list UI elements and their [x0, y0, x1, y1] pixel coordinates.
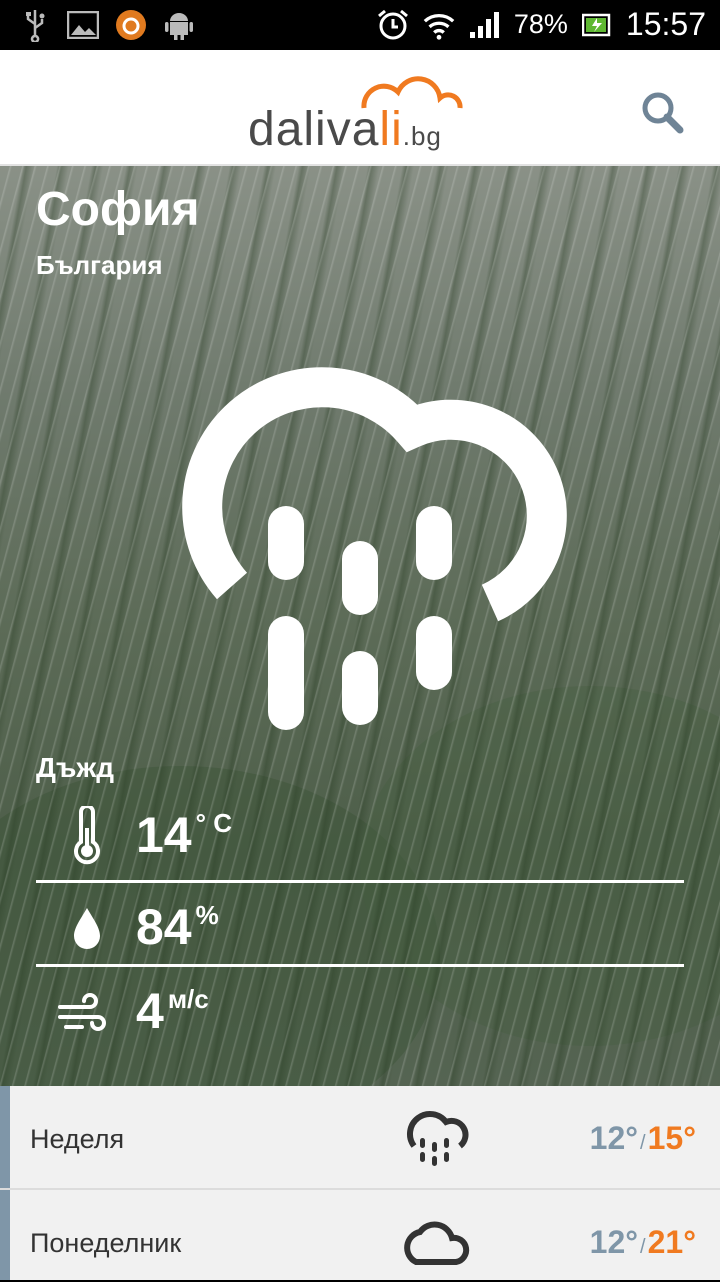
alarm-icon	[376, 8, 410, 42]
country-name: България	[36, 250, 163, 280]
logo-domain: .bg	[402, 121, 442, 151]
humidity-stat: 84%	[36, 886, 684, 966]
image-icon	[66, 8, 100, 42]
current-weather-panel: София България Дъжд 14 ° C 84% 4 м/с	[0, 166, 720, 1086]
forecast-row-sunday[interactable]: Неделя 12°/15°	[0, 1086, 720, 1188]
wind-icon	[58, 993, 106, 1031]
divider	[36, 880, 684, 883]
forecast-day: Понеделник	[30, 1228, 182, 1258]
logo-text-accent: li	[379, 103, 403, 156]
dalivali-logo[interactable]: dalivali.bg	[248, 72, 488, 156]
temp-max: 21°	[647, 1224, 696, 1260]
app-notification-icon	[114, 8, 148, 42]
wifi-icon	[422, 8, 456, 42]
temp-max: 15°	[647, 1120, 696, 1156]
status-bar: 78% 15:57	[0, 0, 720, 50]
battery-charging-icon	[580, 8, 614, 42]
temp-separator: /	[640, 1132, 646, 1154]
water-drop-icon	[74, 908, 100, 949]
android-icon	[162, 8, 196, 42]
row-accent-bar	[0, 1190, 10, 1280]
temperature-unit: ° C	[195, 808, 233, 838]
logo-text-main: daliva	[248, 103, 380, 156]
humidity-unit: %	[195, 900, 219, 930]
wind-stat: 4 м/с	[36, 970, 684, 1050]
divider	[36, 964, 684, 967]
search-button[interactable]	[636, 86, 692, 142]
rain-cloud-icon	[182, 367, 567, 730]
signal-icon	[468, 8, 502, 42]
condition-label: Дъжд	[36, 752, 114, 783]
forecast-row-monday[interactable]: Понеделник 12°/21°	[0, 1190, 720, 1280]
cloud-icon	[404, 1221, 470, 1265]
battery-percent: 78%	[513, 9, 568, 39]
usb-icon	[18, 8, 52, 42]
temp-separator: /	[640, 1236, 646, 1258]
app-header: dalivali.bg	[0, 50, 720, 166]
search-icon	[642, 92, 684, 134]
wind-value: 4	[136, 983, 164, 1039]
thermometer-icon	[74, 806, 100, 865]
clock: 15:57	[625, 6, 706, 42]
temperature-stat: 14 ° C	[36, 796, 684, 876]
row-accent-bar	[0, 1086, 10, 1188]
rain-cloud-icon	[407, 1111, 469, 1166]
wind-unit: м/с	[167, 984, 209, 1014]
humidity-value: 84	[136, 899, 192, 955]
temperature-value: 14	[136, 807, 192, 863]
forecast-day: Неделя	[30, 1124, 125, 1154]
city-name: София	[36, 183, 200, 236]
temp-min: 12°	[589, 1224, 639, 1260]
temp-min: 12°	[589, 1120, 639, 1156]
